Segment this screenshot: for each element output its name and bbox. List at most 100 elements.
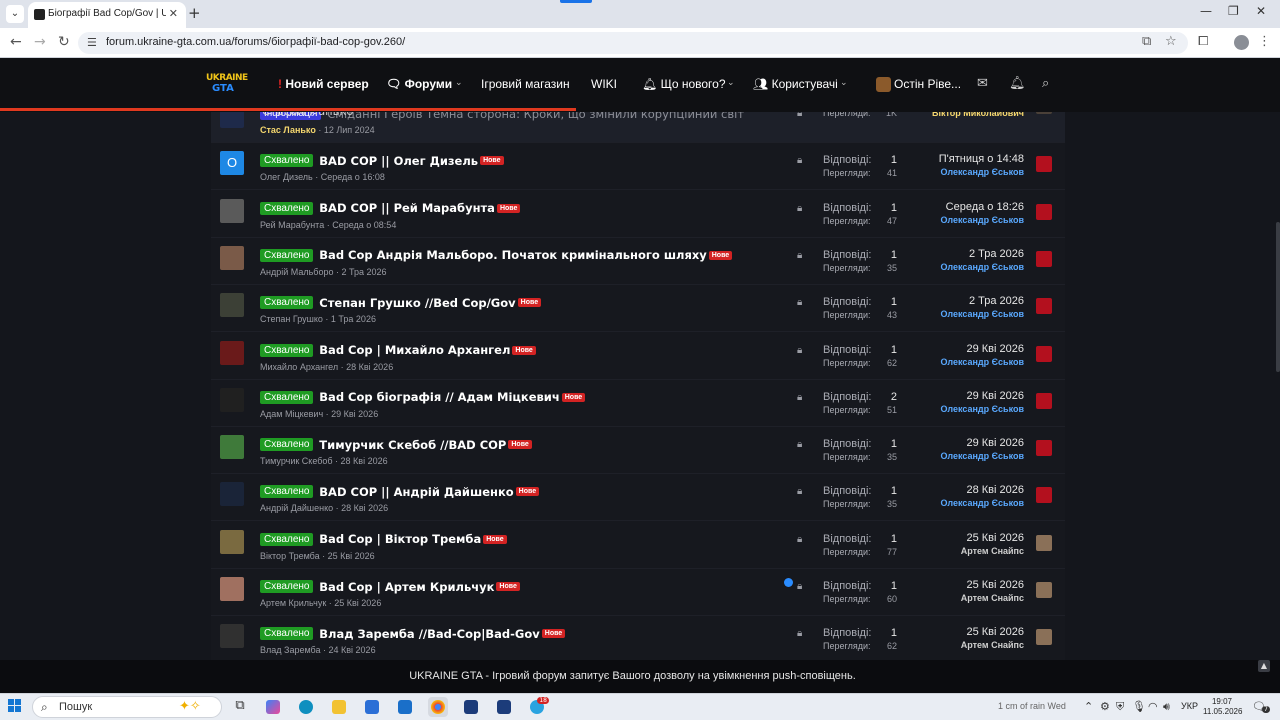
- tray-chevron-up-icon[interactable]: ⌃: [1084, 700, 1093, 713]
- back-arrow-icon[interactable]: ←: [10, 34, 22, 50]
- thread-author-avatar[interactable]: [220, 435, 244, 460]
- forums-chevron-down-icon[interactable]: ⌄: [455, 78, 463, 88]
- thread-row[interactable]: Схвалено Степан Грушко //Bed Cop/Gov Нове…: [211, 285, 1065, 333]
- thread-prefix-badge[interactable]: Схвалено: [260, 485, 314, 499]
- last-post-avatar[interactable]: [1036, 629, 1052, 646]
- last-post-user[interactable]: Олександр Єськов: [941, 451, 1025, 461]
- last-post-date[interactable]: 28 Кві 2026: [966, 484, 1024, 496]
- thread-title-link[interactable]: Сміданні Героїв Темна сторона: Кроки, що…: [327, 112, 744, 121]
- thread-date[interactable]: Середа о 16:08: [321, 172, 385, 182]
- nav-wiki[interactable]: WIKI: [591, 77, 617, 91]
- taskbar-app-icon-2[interactable]: [494, 697, 514, 717]
- wifi-icon[interactable]: ◠: [1148, 700, 1158, 713]
- window-close-icon[interactable]: ✕: [1256, 4, 1266, 18]
- microphone-icon[interactable]: 🎙︎: [1132, 700, 1146, 713]
- profile-avatar[interactable]: [1234, 35, 1249, 50]
- thread-prefix-badge[interactable]: Схвалено: [260, 154, 314, 168]
- thread-title-link[interactable]: BAD COP || Олег Дизель: [319, 154, 478, 168]
- thread-row[interactable]: Схвалено Влад Заремба //Bad-Cop|Bad-Gov Н…: [211, 616, 1065, 660]
- thread-title-link[interactable]: BAD COP || Андрій Дайшенко: [319, 485, 513, 499]
- browser-tab-active[interactable]: Біографії Bad Cop/Gov | UKRAINE GTA ✕: [28, 2, 186, 28]
- last-post-avatar[interactable]: [1036, 582, 1052, 598]
- last-post-avatar[interactable]: [1036, 440, 1052, 457]
- thread-date[interactable]: 12 Лип 2024: [324, 125, 375, 135]
- thread-row[interactable]: Схвалено Bad Cop біографія // Адам Міцке…: [211, 380, 1065, 427]
- thread-author-avatar[interactable]: [220, 245, 244, 270]
- last-post-date[interactable]: 25 Кві 2026: [966, 532, 1024, 544]
- extensions-icon[interactable]: ⧠: [1198, 34, 1208, 49]
- thread-row[interactable]: Схвалено BAD COP || Андрій Дайшенко Нове А…: [211, 474, 1065, 522]
- thread-author[interactable]: Андрій Дайшенко: [260, 503, 333, 513]
- thread-title-link[interactable]: Bad Cop | Віктор Тремба: [319, 532, 481, 546]
- taskbar-search[interactable]: ⌕ Пошук ✦✧: [32, 696, 222, 718]
- last-post-user[interactable]: Олександр Єськов: [941, 309, 1025, 319]
- last-post-user[interactable]: Артем Снайпс: [961, 546, 1024, 556]
- account-avatar[interactable]: [876, 77, 891, 92]
- account-name[interactable]: Остін Ріве...: [894, 77, 961, 91]
- thread-author-avatar[interactable]: [220, 340, 244, 365]
- whats-new-chevron-down-icon[interactable]: ⌄: [727, 78, 735, 88]
- thread-title-link[interactable]: Степан Грушко //Bed Cop/Gov: [319, 296, 515, 310]
- last-post-date[interactable]: 29 Кві 2026: [966, 437, 1024, 449]
- last-post-user[interactable]: Віктор Миколайович: [932, 112, 1024, 118]
- thread-prefix-badge[interactable]: Схвалено: [260, 248, 314, 262]
- windows-start-icon[interactable]: [8, 699, 22, 713]
- thread-title-link[interactable]: Bad Cop | Артем Крильчук: [319, 580, 494, 594]
- thread-author[interactable]: Артем Крильчук: [260, 598, 326, 608]
- last-post-avatar[interactable]: [1036, 156, 1052, 173]
- last-post-user[interactable]: Олександр Єськов: [941, 404, 1025, 414]
- thread-date[interactable]: 28 Кві 2026: [341, 503, 388, 513]
- page-scrollbar[interactable]: [1276, 112, 1280, 660]
- thread-row[interactable]: Схвалено Bad Cop | Артем Крильчук Нове Арт…: [211, 569, 1065, 616]
- chrome-icon[interactable]: [428, 697, 448, 717]
- thread-title-link[interactable]: Bad Cop Андрія Мальборо. Початок криміна…: [319, 248, 706, 262]
- taskbar-clock[interactable]: 19:07 11.05.2026: [1203, 697, 1242, 717]
- minimize-icon[interactable]: —: [1200, 4, 1212, 18]
- copilot-icon[interactable]: [263, 697, 283, 717]
- last-post-avatar[interactable]: [1036, 534, 1052, 551]
- edge-icon[interactable]: [296, 697, 316, 717]
- thread-title-link[interactable]: Bad Cop біографія // Адам Міцкевич: [319, 390, 559, 404]
- thread-date[interactable]: 29 Кві 2026: [331, 409, 378, 419]
- last-post-avatar[interactable]: [1036, 250, 1052, 267]
- thread-title-link[interactable]: Тимурчик Скебоб //BAD COP: [319, 438, 506, 452]
- nav-new-server[interactable]: ! Новий сервер: [278, 77, 369, 91]
- thread-prefix-badge[interactable]: Схвалено: [260, 343, 314, 357]
- forward-arrow-icon[interactable]: →: [34, 34, 46, 50]
- last-post-date[interactable]: 29 Кві 2026: [966, 390, 1024, 402]
- last-post-user[interactable]: Артем Снайпс: [961, 640, 1024, 650]
- thread-author[interactable]: Тимурчик Скебоб: [260, 456, 333, 466]
- reload-icon[interactable]: ↻: [58, 34, 70, 50]
- thread-prefix-badge[interactable]: Схвалено: [260, 532, 314, 546]
- thread-author[interactable]: Михайло Архангел: [260, 362, 338, 372]
- site-info-icon[interactable]: ☰: [87, 36, 97, 49]
- url-text[interactable]: forum.ukraine-gta.com.ua/forums/біографі…: [106, 36, 405, 48]
- thread-author[interactable]: Віктор Тремба: [260, 551, 320, 561]
- last-post-date[interactable]: Середа о 18:26: [946, 201, 1024, 213]
- thread-author-avatar[interactable]: [220, 112, 244, 128]
- last-post-user[interactable]: Олександр Єськов: [941, 215, 1025, 225]
- thread-author-avatar[interactable]: [220, 482, 244, 507]
- telegram-icon[interactable]: 18: [527, 697, 549, 717]
- thread-author[interactable]: Стас Ланько: [260, 125, 316, 135]
- last-post-date[interactable]: П'ятниця о 14:48: [939, 153, 1024, 165]
- tray-security-icon[interactable]: ⛨: [1116, 700, 1124, 714]
- thread-date[interactable]: 24 Кві 2026: [329, 645, 376, 655]
- page-scrollbar-thumb[interactable]: [1276, 222, 1280, 372]
- thread-date[interactable]: 28 Кві 2026: [341, 456, 388, 466]
- thread-author[interactable]: Рей Марабунта: [260, 220, 324, 230]
- address-bar[interactable]: ☰ forum.ukraine-gta.com.ua/forums/біогра…: [78, 32, 1188, 54]
- thread-row[interactable]: Схвалено Bad Cop | Михайло Архангел Нове М…: [211, 333, 1065, 380]
- weather-text[interactable]: 1 cm of rain Wed: [998, 701, 1066, 711]
- store-icon[interactable]: [362, 697, 382, 717]
- file-explorer-icon[interactable]: [329, 697, 349, 717]
- thread-date[interactable]: 25 Кві 2026: [328, 551, 375, 561]
- mail-icon[interactable]: [395, 697, 415, 717]
- tray-app-icon[interactable]: ⚙: [1100, 700, 1110, 713]
- thread-date[interactable]: 28 Кві 2026: [346, 362, 393, 372]
- nav-shop[interactable]: Ігровий магазин: [481, 77, 570, 91]
- thread-title-link[interactable]: Влад Заремба //Bad-Cop|Bad-Gov: [319, 627, 539, 641]
- thread-author[interactable]: Андрій Мальборо: [260, 267, 333, 277]
- thread-prefix-badge[interactable]: Схвалено: [260, 296, 314, 310]
- thread-date[interactable]: 25 Кві 2026: [334, 598, 381, 608]
